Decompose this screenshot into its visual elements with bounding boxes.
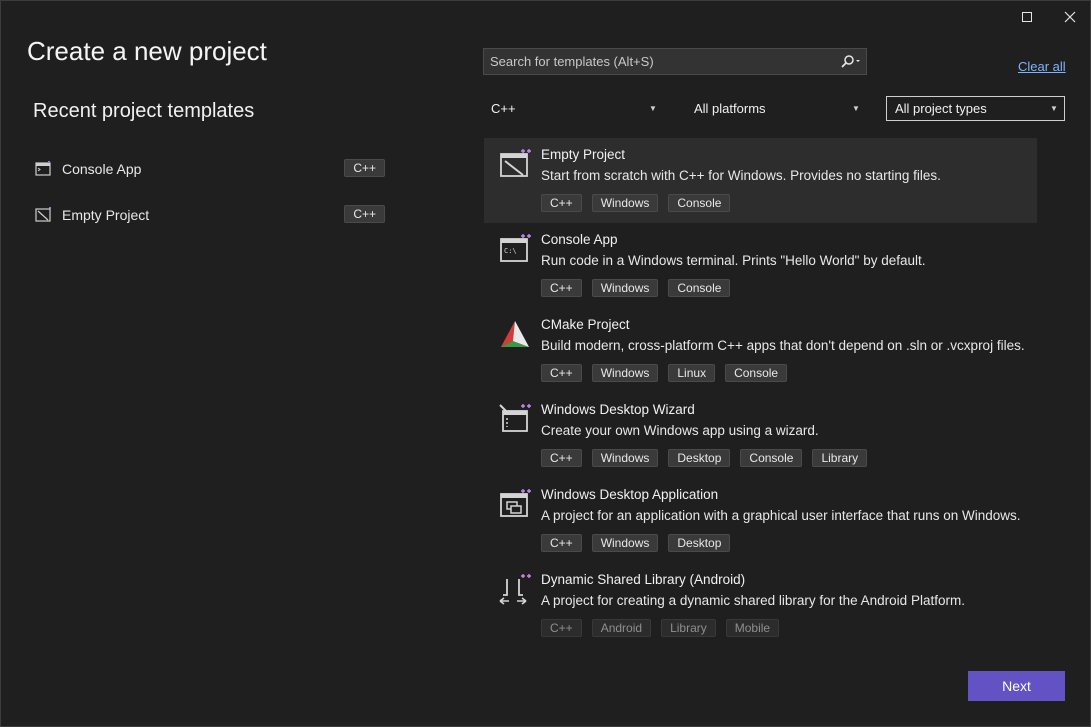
template-description: A project for an application with a grap… xyxy=(541,508,1021,523)
template-description: Run code in a Windows terminal. Prints "… xyxy=(541,253,926,268)
recent-item-label: Console App xyxy=(62,161,142,177)
close-icon xyxy=(1064,11,1076,23)
language-tag: C++ xyxy=(344,205,385,223)
template-tag: Windows xyxy=(591,194,659,212)
next-button[interactable]: Next xyxy=(968,671,1065,701)
template-tag: Console xyxy=(668,194,731,212)
template-name: Console App xyxy=(541,232,618,247)
template-tag: Desktop xyxy=(668,534,731,552)
recent-templates-heading: Recent project templates xyxy=(33,100,255,122)
template-item-empty-project[interactable]: Empty Project Start from scratch with C+… xyxy=(484,138,1037,223)
svg-text:C:\: C:\ xyxy=(504,247,517,255)
template-name: Empty Project xyxy=(541,147,626,162)
template-name: Dynamic Shared Library (Android) xyxy=(541,572,746,587)
template-name: CMake Project xyxy=(541,317,630,332)
search-icon[interactable] xyxy=(836,49,866,74)
template-description: Create your own Windows app using a wiza… xyxy=(541,423,819,438)
project-type-filter-dropdown[interactable]: All project types ▼ xyxy=(886,96,1065,121)
cmake-icon xyxy=(501,321,529,347)
template-tag: Windows xyxy=(591,279,659,297)
shared-library-icon xyxy=(499,574,531,605)
template-tag: Windows xyxy=(591,534,659,552)
chevron-down-icon: ▼ xyxy=(1050,104,1058,113)
template-tag: C++ xyxy=(541,279,582,297)
language-filter-value: C++ xyxy=(491,101,516,116)
maximize-icon xyxy=(1022,12,1032,22)
template-item-cmake-project[interactable]: CMake Project Build modern, cross-platfo… xyxy=(484,308,1037,393)
chevron-down-icon: ▼ xyxy=(649,104,657,113)
template-search[interactable] xyxy=(483,48,867,75)
template-tag: C++ xyxy=(541,534,582,552)
template-item-windows-desktop-wizard[interactable]: Windows Desktop Wizard Create your own W… xyxy=(484,393,1037,478)
desktop-app-icon xyxy=(500,489,531,517)
template-description: Build modern, cross-platform C++ apps th… xyxy=(541,338,1025,353)
recent-item-console-app[interactable]: Console App C++ xyxy=(35,155,385,183)
template-tag: C++ xyxy=(541,364,582,382)
template-tag: Mobile xyxy=(725,619,780,637)
empty-project-icon xyxy=(500,149,531,177)
search-input[interactable] xyxy=(484,53,836,70)
recent-item-label: Empty Project xyxy=(62,207,150,223)
language-tag: C++ xyxy=(344,159,385,177)
project-type-filter-value: All project types xyxy=(895,101,987,116)
template-description: Start from scratch with C++ for Windows.… xyxy=(541,168,941,183)
template-item-windows-desktop-application[interactable]: Windows Desktop Application A project fo… xyxy=(484,478,1037,563)
template-tag: Windows xyxy=(591,364,659,382)
wizard-icon xyxy=(499,404,531,432)
language-filter-dropdown[interactable]: C++ ▼ xyxy=(483,96,663,121)
clear-all-link[interactable]: Clear all xyxy=(1018,59,1066,74)
template-tag: C++ xyxy=(541,619,582,637)
console-app-icon xyxy=(35,161,51,176)
template-name: Windows Desktop Application xyxy=(541,487,719,502)
template-tag: Library xyxy=(661,619,716,637)
platform-filter-dropdown[interactable]: All platforms ▼ xyxy=(686,96,866,121)
console-app-icon: C:\ xyxy=(500,234,531,262)
template-tag: Android xyxy=(591,619,652,637)
close-button[interactable] xyxy=(1060,7,1080,27)
empty-project-icon xyxy=(35,207,51,222)
platform-filter-value: All platforms xyxy=(694,101,766,116)
template-tag: Windows xyxy=(591,449,659,467)
template-tag: Desktop xyxy=(668,449,731,467)
template-name: Windows Desktop Wizard xyxy=(541,402,695,417)
template-description: A project for creating a dynamic shared … xyxy=(541,593,965,608)
chevron-down-icon: ▼ xyxy=(852,104,860,113)
template-tag: Console xyxy=(668,279,731,297)
maximize-button[interactable] xyxy=(1017,7,1037,27)
template-tag: Console xyxy=(740,449,803,467)
page-title: Create a new project xyxy=(27,36,267,66)
template-tag: C++ xyxy=(541,449,582,467)
recent-item-empty-project[interactable]: Empty Project C++ xyxy=(35,201,385,229)
template-tag: Console xyxy=(725,364,788,382)
template-item-console-app[interactable]: C:\ Console App Run code in a Windows te… xyxy=(484,223,1037,308)
template-tag: Linux xyxy=(668,364,716,382)
template-tag: Library xyxy=(812,449,868,467)
template-item-dynamic-shared-library-android[interactable]: Dynamic Shared Library (Android) A proje… xyxy=(484,563,1037,648)
template-tag: C++ xyxy=(541,194,582,212)
